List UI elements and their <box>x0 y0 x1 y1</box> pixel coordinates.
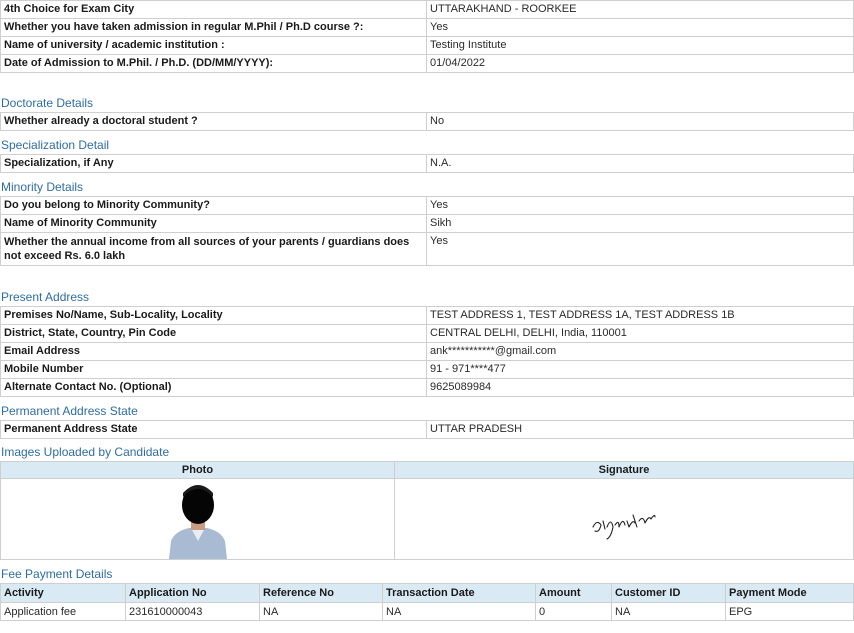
fee-col-activity: Activity <box>0 583 126 603</box>
fee-amount: 0 <box>535 602 612 621</box>
row-value: ank***********@gmail.com <box>426 342 854 361</box>
table-row: Date of Admission to M.Phil. / Ph.D. (DD… <box>0 54 854 73</box>
table-row: Name of Minority Community Sikh <box>0 214 854 233</box>
table-row: Email Address ank***********@gmail.com <box>0 342 854 361</box>
fee-payment-mode: EPG <box>725 602 854 621</box>
row-label: Mobile Number <box>0 360 427 379</box>
section-title-images: Images Uploaded by Candidate <box>1 445 170 459</box>
candidate-photo <box>164 483 231 559</box>
doctorate-table: Whether already a doctoral student ? No <box>0 112 854 131</box>
row-value: UTTARAKHAND - ROORKEE <box>426 0 854 19</box>
fee-transaction-date: NA <box>382 602 536 621</box>
section-title-fee: Fee Payment Details <box>1 567 113 581</box>
row-value: 01/04/2022 <box>426 54 854 73</box>
row-label: Whether you have taken admission in regu… <box>0 18 427 37</box>
table-row: Do you belong to Minority Community? Yes <box>0 196 854 215</box>
signature-image <box>592 514 656 540</box>
row-label: Name of university / academic institutio… <box>0 36 427 55</box>
row-value: Yes <box>426 232 854 266</box>
row-value: TEST ADDRESS 1, TEST ADDRESS 1A, TEST AD… <box>426 306 854 325</box>
table-row: Application fee 231610000043 NA NA 0 NA … <box>0 602 854 621</box>
signature-cell <box>394 478 854 560</box>
row-label: 4th Choice for Exam City <box>0 0 427 19</box>
fee-reference-no: NA <box>259 602 383 621</box>
row-value: No <box>426 112 854 131</box>
section-title-specialization: Specialization Detail <box>1 138 110 152</box>
table-row: Permanent Address State UTTAR PRADESH <box>0 420 854 439</box>
section-title-present-address: Present Address <box>1 290 90 304</box>
row-label: Permanent Address State <box>0 420 427 439</box>
minority-table: Do you belong to Minority Community? Yes… <box>0 196 854 266</box>
fee-customer-id: NA <box>611 602 726 621</box>
row-label: Whether already a doctoral student ? <box>0 112 427 131</box>
fee-table: Activity Application No Reference No Tra… <box>0 583 854 621</box>
row-value: Yes <box>426 196 854 215</box>
signature-header: Signature <box>394 461 854 479</box>
row-label: Whether the annual income from all sourc… <box>0 232 427 266</box>
row-label: Do you belong to Minority Community? <box>0 196 427 215</box>
row-label: District, State, Country, Pin Code <box>0 324 427 343</box>
fee-activity: Application fee <box>0 602 126 621</box>
fee-header-row: Activity Application No Reference No Tra… <box>0 583 854 603</box>
table-row: Whether the annual income from all sourc… <box>0 232 854 266</box>
table-row: Whether already a doctoral student ? No <box>0 112 854 131</box>
table-row: District, State, Country, Pin Code CENTR… <box>0 324 854 343</box>
row-value: Yes <box>426 18 854 37</box>
row-value: Sikh <box>426 214 854 233</box>
row-value: 91 - 971****477 <box>426 360 854 379</box>
fee-col-customer-id: Customer ID <box>611 583 726 603</box>
table-row: Specialization, if Any N.A. <box>0 154 854 173</box>
table-row: Whether you have taken admission in regu… <box>0 18 854 37</box>
photo-header: Photo <box>0 461 395 479</box>
section-title-minority: Minority Details <box>1 180 84 194</box>
row-label: Specialization, if Any <box>0 154 427 173</box>
application-page: 4th Choice for Exam City UTTARAKHAND - R… <box>0 0 854 633</box>
table-row: Name of university / academic institutio… <box>0 36 854 55</box>
photo-cell <box>0 478 395 560</box>
fee-col-transaction-date: Transaction Date <box>382 583 536 603</box>
row-label: Date of Admission to M.Phil. / Ph.D. (DD… <box>0 54 427 73</box>
table-row: Alternate Contact No. (Optional) 9625089… <box>0 378 854 397</box>
row-value: N.A. <box>426 154 854 173</box>
row-value: 9625089984 <box>426 378 854 397</box>
section-title-permanent-address: Permanent Address State <box>1 404 138 418</box>
present-address-table: Premises No/Name, Sub-Locality, Locality… <box>0 306 854 397</box>
row-label: Name of Minority Community <box>0 214 427 233</box>
row-value: CENTRAL DELHI, DELHI, India, 110001 <box>426 324 854 343</box>
fee-col-reference-no: Reference No <box>259 583 383 603</box>
permanent-address-table: Permanent Address State UTTAR PRADESH <box>0 420 854 439</box>
table-row: Mobile Number 91 - 971****477 <box>0 360 854 379</box>
specialization-table: Specialization, if Any N.A. <box>0 154 854 173</box>
fee-application-no: 231610000043 <box>125 602 260 621</box>
section-title-doctorate: Doctorate Details <box>1 96 94 110</box>
row-label: Premises No/Name, Sub-Locality, Locality <box>0 306 427 325</box>
table-row: 4th Choice for Exam City UTTARAKHAND - R… <box>0 0 854 19</box>
images-table: Photo Signature <box>0 461 854 560</box>
fee-col-amount: Amount <box>535 583 612 603</box>
row-value: Testing Institute <box>426 36 854 55</box>
row-label: Email Address <box>0 342 427 361</box>
row-label: Alternate Contact No. (Optional) <box>0 378 427 397</box>
table-row: Premises No/Name, Sub-Locality, Locality… <box>0 306 854 325</box>
fee-col-payment-mode: Payment Mode <box>725 583 854 603</box>
exam-admission-table: 4th Choice for Exam City UTTARAKHAND - R… <box>0 0 854 73</box>
fee-col-application-no: Application No <box>125 583 260 603</box>
row-value: UTTAR PRADESH <box>426 420 854 439</box>
